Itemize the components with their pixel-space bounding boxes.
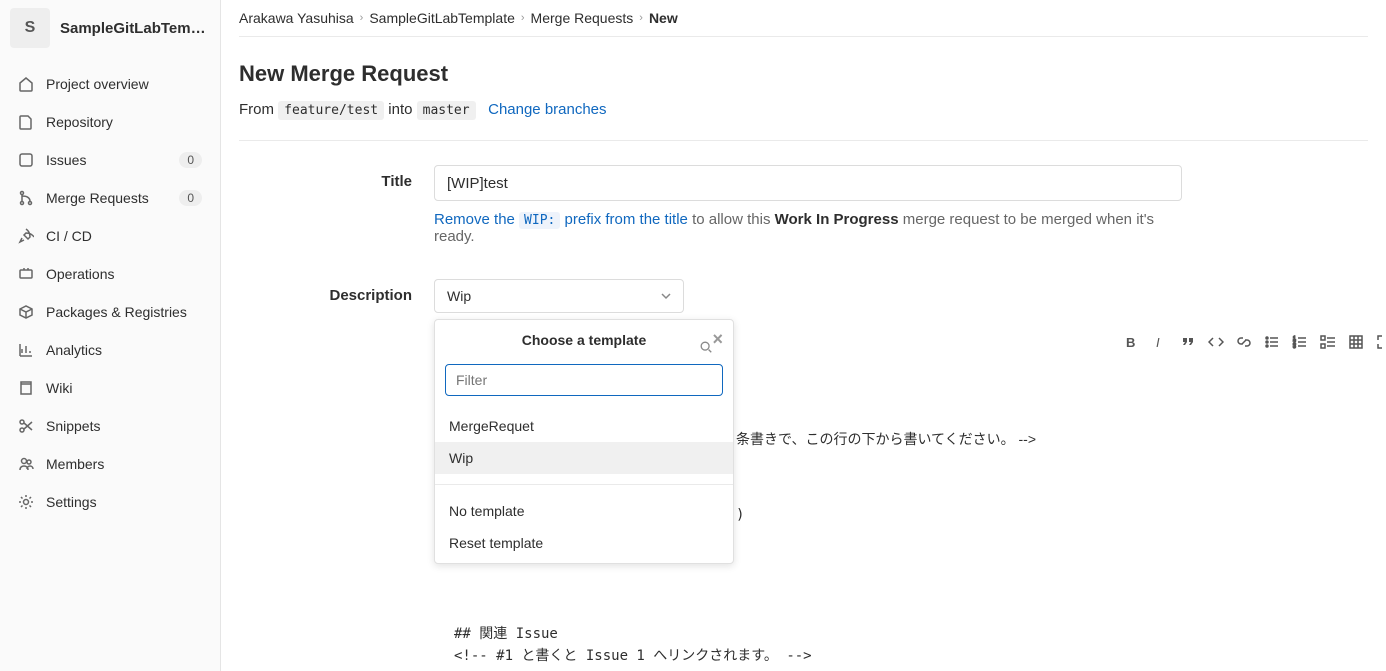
sidebar-item-label: Analytics xyxy=(46,342,202,358)
main-content: Arakawa Yasuhisa › SampleGitLabTemplate … xyxy=(221,0,1386,671)
package-icon xyxy=(18,304,34,320)
remove-wip-link[interactable]: Remove the WIP: prefix from the title xyxy=(434,211,688,228)
sidebar-item-packages[interactable]: Packages & Registries xyxy=(8,294,212,330)
template-filter-input[interactable] xyxy=(445,364,723,396)
rocket-icon xyxy=(18,228,34,244)
description-label: Description xyxy=(239,279,434,671)
chart-icon xyxy=(18,342,34,358)
bullet-list-icon[interactable] xyxy=(1264,334,1280,350)
table-icon[interactable] xyxy=(1348,334,1364,350)
issues-icon xyxy=(18,152,34,168)
task-list-icon[interactable] xyxy=(1320,334,1336,350)
title-input[interactable] xyxy=(434,165,1182,201)
sidebar: S SampleGitLabTemp... Project overview R… xyxy=(0,0,221,671)
template-dropdown-panel: Choose a template × MergeRequet Wip No t… xyxy=(434,319,734,564)
sidebar-item-label: CI / CD xyxy=(46,228,202,244)
title-label: Title xyxy=(239,165,434,245)
breadcrumb-item[interactable]: Merge Requests xyxy=(531,10,634,26)
sidebar-header: S SampleGitLabTemp... xyxy=(0,0,220,62)
dropdown-title: Choose a template × xyxy=(435,320,733,358)
chevron-right-icon: › xyxy=(639,12,643,24)
users-icon xyxy=(18,456,34,472)
close-icon[interactable]: × xyxy=(712,330,723,348)
sidebar-item-cicd[interactable]: CI / CD xyxy=(8,218,212,254)
from-label: From xyxy=(239,101,274,118)
sidebar-item-snippets[interactable]: Snippets xyxy=(8,408,212,444)
sidebar-item-label: Settings xyxy=(46,494,202,510)
template-dropdown-toggle[interactable]: Wip xyxy=(434,279,684,313)
breadcrumb-item[interactable]: SampleGitLabTemplate xyxy=(369,10,515,26)
change-branches-link[interactable]: Change branches xyxy=(488,101,606,118)
wip-hint: Remove the WIP: prefix from the title to… xyxy=(434,211,1182,245)
chevron-right-icon: › xyxy=(360,12,364,24)
merge-icon xyxy=(18,190,34,206)
template-list: MergeRequet Wip xyxy=(435,406,733,478)
sidebar-item-label: Members xyxy=(46,456,202,472)
project-name[interactable]: SampleGitLabTemp... xyxy=(60,20,210,37)
sidebar-item-project-overview[interactable]: Project overview xyxy=(8,66,212,102)
sidebar-item-repository[interactable]: Repository xyxy=(8,104,212,140)
template-selected-value: Wip xyxy=(447,288,471,304)
svg-text:I: I xyxy=(1156,335,1160,350)
svg-text:B: B xyxy=(1126,335,1135,350)
gear-icon xyxy=(18,494,34,510)
sidebar-item-label: Packages & Registries xyxy=(46,304,202,320)
sidebar-item-issues[interactable]: Issues 0 xyxy=(8,142,212,178)
issues-count-badge: 0 xyxy=(179,152,202,168)
sidebar-item-operations[interactable]: Operations xyxy=(8,256,212,292)
sidebar-item-merge-requests[interactable]: Merge Requests 0 xyxy=(8,180,212,216)
book-icon xyxy=(18,380,34,396)
description-editor-content[interactable]: ## 関連 Issue <!-- #1 と書くと Issue 1 へリンクされま… xyxy=(454,623,1182,671)
sidebar-item-label: Repository xyxy=(46,114,202,130)
italic-icon[interactable]: I xyxy=(1152,334,1168,350)
ordered-list-icon[interactable]: 123 xyxy=(1292,334,1308,350)
mr-count-badge: 0 xyxy=(179,190,202,206)
sidebar-item-label: Snippets xyxy=(46,418,202,434)
sidebar-item-analytics[interactable]: Analytics xyxy=(8,332,212,368)
project-avatar[interactable]: S xyxy=(10,8,50,48)
sidebar-item-label: Issues xyxy=(46,152,179,168)
fullscreen-icon[interactable] xyxy=(1376,334,1386,350)
reset-template-option[interactable]: Reset template xyxy=(435,527,733,559)
sidebar-item-wiki[interactable]: Wiki xyxy=(8,370,212,406)
bold-icon[interactable]: B xyxy=(1124,334,1140,350)
into-branch: master xyxy=(417,101,476,120)
page-title: New Merge Request xyxy=(239,61,1368,87)
template-dropdown: Wip Choose a template × MergeRequet Wip xyxy=(434,279,684,313)
editor-toolbar: B I 123 xyxy=(1124,334,1386,350)
breadcrumb-item[interactable]: Arakawa Yasuhisa xyxy=(239,10,354,26)
chevron-right-icon: › xyxy=(521,12,525,24)
code-icon[interactable] xyxy=(1208,334,1224,350)
editor-text-fragment: ) xyxy=(736,507,744,523)
divider xyxy=(435,484,733,485)
template-option[interactable]: Wip xyxy=(435,442,733,474)
operations-icon xyxy=(18,266,34,282)
branch-info: From feature/test into master Change bra… xyxy=(239,101,1368,141)
sidebar-item-label: Operations xyxy=(46,266,202,282)
sidebar-item-settings[interactable]: Settings xyxy=(8,484,212,520)
into-label: into xyxy=(388,101,412,118)
quote-icon[interactable] xyxy=(1180,334,1196,350)
breadcrumb-current: New xyxy=(649,10,678,26)
sidebar-item-label: Wiki xyxy=(46,380,202,396)
description-row: Description Wip Choose a template × xyxy=(239,279,1368,671)
scissors-icon xyxy=(18,418,34,434)
no-template-option[interactable]: No template xyxy=(435,495,733,527)
sidebar-item-label: Merge Requests xyxy=(46,190,179,206)
home-icon xyxy=(18,76,34,92)
link-icon[interactable] xyxy=(1236,334,1252,350)
template-actions: No template Reset template xyxy=(435,491,733,563)
title-row: Title Remove the WIP: prefix from the ti… xyxy=(239,165,1368,245)
file-icon xyxy=(18,114,34,130)
svg-text:3: 3 xyxy=(1293,344,1296,350)
sidebar-item-label: Project overview xyxy=(46,76,202,92)
sidebar-item-members[interactable]: Members xyxy=(8,446,212,482)
chevron-down-icon xyxy=(661,291,671,301)
search-icon xyxy=(699,340,713,354)
editor-text-fragment: 条書きで、この行の下から書いてください。 --> xyxy=(736,429,1036,449)
template-option[interactable]: MergeRequet xyxy=(435,410,733,442)
breadcrumb: Arakawa Yasuhisa › SampleGitLabTemplate … xyxy=(239,10,1368,37)
from-branch: feature/test xyxy=(278,101,384,120)
sidebar-nav: Project overview Repository Issues 0 Mer… xyxy=(0,62,220,526)
